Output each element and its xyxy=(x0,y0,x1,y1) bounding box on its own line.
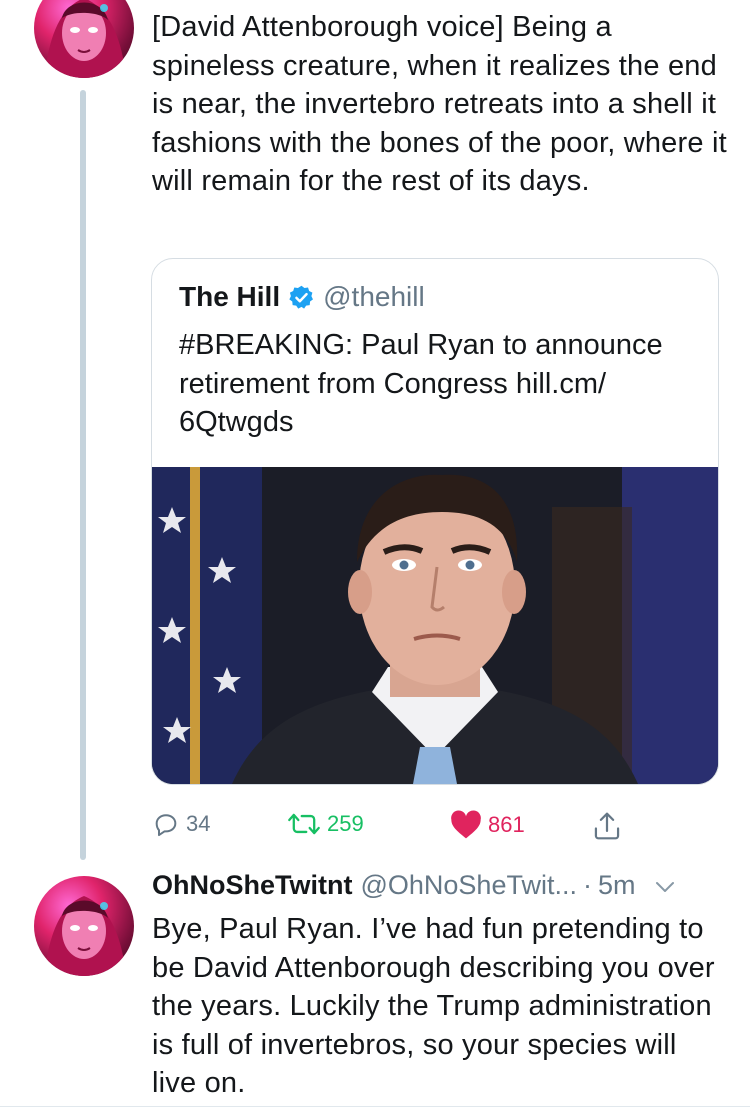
heart-icon xyxy=(451,810,481,839)
like-count: 861 xyxy=(488,812,525,837)
tweet-timestamp[interactable]: 5m xyxy=(598,870,636,901)
reply-icon xyxy=(155,814,177,837)
quoted-tweet-photo[interactable] xyxy=(152,467,718,784)
divider xyxy=(0,1106,750,1107)
verified-badge-icon xyxy=(288,284,315,311)
quoted-author-name: The Hill xyxy=(179,281,281,312)
chevron-down-icon[interactable] xyxy=(654,870,676,901)
quoted-tweet-text: #BREAKING: Paul Ryan to announce retirem… xyxy=(179,329,663,438)
share-button[interactable] xyxy=(592,810,622,842)
retweet-button[interactable]: 259 xyxy=(287,810,364,838)
retweet-count: 259 xyxy=(327,811,364,836)
quoted-tweet-card[interactable]: The Hill @thehill #BREAKING: Paul Ryan t… xyxy=(151,258,719,785)
avatar[interactable] xyxy=(34,876,134,976)
reply-count: 34 xyxy=(186,811,211,836)
tweet-actions: 34 259 861 xyxy=(152,810,652,846)
tweet-text: Bye, Paul Ryan. I’ve had fun pretending … xyxy=(152,913,715,1099)
tweet-text: [David Attenborough voice] Being a spine… xyxy=(152,11,727,197)
share-icon xyxy=(594,812,620,840)
retweet-icon xyxy=(288,813,320,835)
reply-button[interactable]: 34 xyxy=(152,810,210,838)
author-name[interactable]: OhNoSheTwitnt xyxy=(152,870,352,901)
tweet-header: OhNoSheTwitnt @OhNoSheTwit... · 5m xyxy=(152,870,732,901)
thread-line xyxy=(80,90,86,860)
author-handle[interactable]: @OhNoSheTwit... xyxy=(360,870,577,901)
avatar[interactable] xyxy=(34,0,134,78)
separator-dot: · xyxy=(582,870,592,900)
quoted-author-handle: @thehill xyxy=(323,281,425,312)
quoted-tweet-header: The Hill @thehill xyxy=(179,281,425,313)
like-button[interactable]: 861 xyxy=(450,810,525,840)
